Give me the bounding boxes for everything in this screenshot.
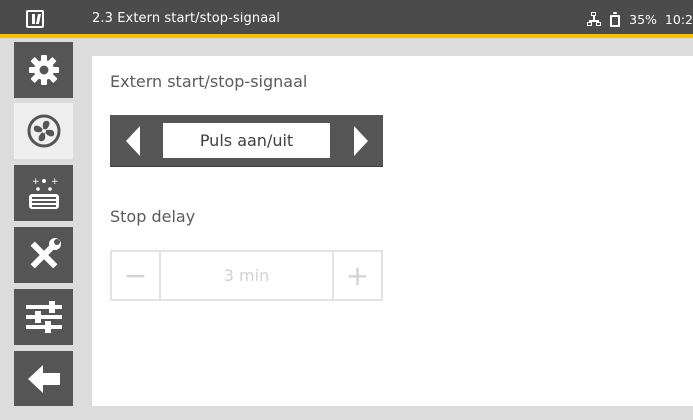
decrease-stop-delay-button[interactable]: − [112, 252, 159, 299]
stop-delay-stepper: − 3 min + [110, 250, 383, 301]
sidebar-item-filter[interactable]: + + [14, 165, 73, 221]
stop-delay-label: Stop delay [110, 207, 196, 226]
minus-icon: − [123, 259, 148, 292]
sidebar-item-fan[interactable] [14, 103, 73, 159]
external-start-stop-selector: Puls aan/uit [110, 115, 383, 166]
chevron-left-icon [125, 125, 140, 156]
top-status-bar: 2.3 Extern start/stop-signaal 35% 10:2 [0, 0, 693, 38]
battery-icon [609, 11, 621, 27]
filter-icon: + + [28, 177, 59, 209]
settings-panel: Extern start/stop-signaal Puls aan/uit S… [92, 56, 693, 406]
sidebar: + + [0, 42, 79, 420]
chevron-right-icon [353, 125, 368, 156]
selected-option-value: Puls aan/uit [163, 123, 330, 158]
plus-icon: + [345, 259, 370, 292]
accent-line [0, 34, 693, 38]
next-option-button[interactable] [338, 115, 383, 166]
sidebar-item-back[interactable] [14, 351, 73, 407]
brand-logo-icon [26, 10, 44, 28]
clock-time: 10:2 [664, 11, 693, 27]
external-start-stop-label: Extern start/stop-signaal [110, 72, 308, 91]
page-title: 2.3 Extern start/stop-signaal [92, 11, 281, 26]
sliders-icon [25, 301, 62, 333]
device-screen: 2.3 Extern start/stop-signaal 35% 10:2 +… [0, 0, 693, 420]
svg-text:+: + [51, 177, 59, 187]
sidebar-item-adjustments[interactable] [14, 289, 73, 345]
stop-delay-value: 3 min [223, 266, 270, 285]
previous-option-button[interactable] [110, 115, 155, 166]
status-area: 35% 10:2 [587, 10, 693, 28]
tools-icon [30, 238, 61, 269]
sidebar-item-service[interactable] [14, 227, 73, 283]
network-icon [587, 12, 602, 26]
fan-icon [27, 114, 60, 148]
increase-stop-delay-button[interactable]: + [334, 252, 381, 299]
sidebar-item-settings[interactable] [14, 42, 73, 98]
svg-text:+: + [32, 177, 40, 187]
bottom-frame [0, 406, 693, 420]
gear-icon [28, 55, 59, 85]
battery-percentage: 35% [629, 11, 657, 27]
back-arrow-icon [27, 365, 60, 393]
